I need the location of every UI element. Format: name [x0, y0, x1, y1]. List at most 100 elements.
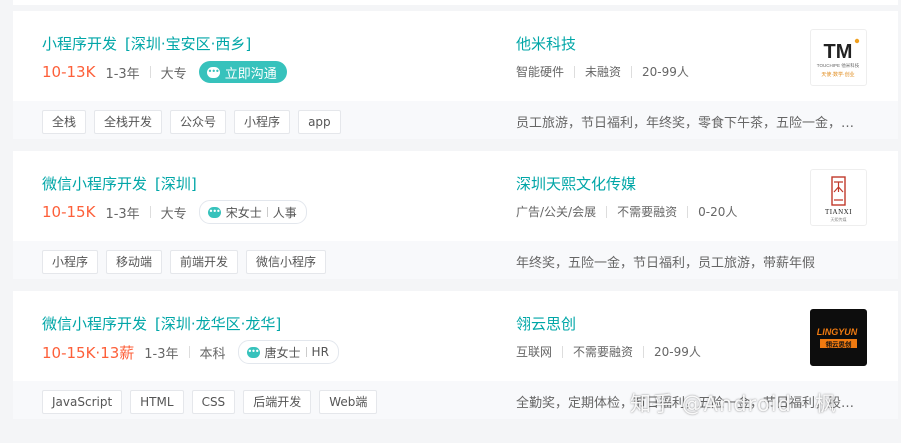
- company-name-link[interactable]: 翎云思创: [516, 313, 576, 334]
- divider: [631, 65, 633, 78]
- skill-tag: 移动端: [106, 250, 163, 274]
- skill-tag: 小程序: [42, 250, 99, 274]
- skill-tag: JavaScript: [42, 390, 123, 414]
- company-logo-image: TIANXI 天熙传媒: [825, 176, 852, 222]
- education: 大专: [160, 66, 187, 82]
- job-location: [深圳]: [155, 175, 197, 193]
- skill-tag: HTML: [130, 390, 184, 414]
- company-name-link[interactable]: 深圳天熙文化传媒: [516, 173, 636, 194]
- recruiter-title: HR: [311, 345, 329, 359]
- company-funding: 不需要融资: [573, 345, 634, 359]
- chat-now-label: 立即沟通: [224, 66, 277, 82]
- experience: 1-3年: [105, 66, 140, 82]
- job-meta: 10-15K 1-3年 大专 ••• 宋女士 人事: [42, 200, 307, 224]
- job-title[interactable]: 小程序开发: [42, 35, 117, 53]
- recruiter-chip[interactable]: ••• 宋女士 人事: [198, 200, 307, 224]
- skill-tag: 后端开发: [243, 390, 312, 414]
- divider: [305, 347, 307, 357]
- logo-slogan-text: 天使·数学·创业: [821, 71, 854, 78]
- skill-tag: 微信小程序: [246, 250, 327, 274]
- logo-sub-text: 天熙传媒: [831, 216, 847, 222]
- job-card[interactable]: 微信小程序开发 [深圳] 10-15K 1-3年 大专 ••• 宋女士 人事 深圳…: [13, 151, 898, 279]
- company-logo[interactable]: LINGYUN 翎云思创: [810, 309, 867, 366]
- divider: [149, 206, 151, 218]
- recruiter-title: 人事: [272, 205, 297, 220]
- skill-tag: 全栈: [42, 110, 87, 134]
- skill-tag: Web端: [319, 390, 378, 414]
- company-industry: 互联网: [516, 345, 553, 359]
- job-location: [深圳·宝安区·西乡]: [125, 35, 252, 53]
- divider: [574, 65, 576, 78]
- experience: 1-3年: [105, 206, 140, 222]
- company-benefits: 员工旅游，节日福利，年终奖，零食下午茶，五险一金，…: [516, 116, 855, 131]
- company-logo-image: LINGYUN 翎云思创: [811, 310, 866, 365]
- company-meta: 互联网 不需要融资 20-99人: [516, 343, 701, 360]
- job-title[interactable]: 微信小程序开发: [42, 175, 147, 193]
- company-logo-image: TM TOUCHIPE 他米科技 天使·数学·创业: [817, 38, 860, 78]
- chat-bubble-icon: •••: [207, 206, 221, 218]
- chat-now-button[interactable]: ••• 立即沟通: [198, 61, 287, 83]
- salary: 10-13K: [42, 63, 96, 81]
- job-meta: 10-15K·13薪 1-3年 本科 ••• 唐女士 HR: [42, 340, 339, 364]
- skill-tag: app: [298, 110, 341, 134]
- logo-background: [811, 310, 866, 365]
- salary: 10-15K·13薪: [42, 343, 135, 362]
- logo-main-text: LINGYUN: [817, 327, 858, 337]
- company-logo[interactable]: TIANXI 天熙传媒: [810, 169, 867, 226]
- previous-card-edge: [13, 0, 898, 5]
- logo-emblem-glyph: [833, 181, 844, 201]
- skill-tag: 前端开发: [170, 250, 239, 274]
- job-title-link[interactable]: 微信小程序开发 [深圳]: [42, 173, 197, 194]
- logo-main-text: TIANXI: [825, 208, 852, 216]
- company-industry: 广告/公关/会展: [516, 205, 597, 219]
- divider: [606, 205, 608, 218]
- skill-tags: 小程序 移动端 前端开发 微信小程序: [42, 250, 334, 274]
- divider: [562, 345, 564, 358]
- company-funding: 未融资: [585, 65, 622, 79]
- divider: [188, 346, 190, 358]
- experience: 1-3年: [144, 346, 179, 362]
- education: 大专: [160, 206, 187, 222]
- logo-sub-text: 翎云思创: [826, 340, 853, 349]
- company-size: 0-20人: [698, 205, 738, 219]
- recruiter-name: 唐女士: [264, 345, 301, 360]
- company-benefits: 年终奖，五险一金，节日福利，员工旅游，带薪年假: [516, 256, 816, 271]
- job-card-header: 微信小程序开发 [深圳·龙华区·龙华] 10-15K·13薪 1-3年 本科 ••…: [13, 291, 898, 381]
- job-title-link[interactable]: 微信小程序开发 [深圳·龙华区·龙华]: [42, 313, 281, 334]
- job-card-header: 小程序开发 [深圳·宝安区·西乡] 10-13K 1-3年 大专 ••• 立即沟通…: [13, 11, 898, 101]
- job-card-header: 微信小程序开发 [深圳] 10-15K 1-3年 大专 ••• 宋女士 人事 深圳…: [13, 151, 898, 241]
- company-logo[interactable]: TM TOUCHIPE 他米科技 天使·数学·创业: [810, 29, 867, 86]
- job-title-link[interactable]: 小程序开发 [深圳·宝安区·西乡]: [42, 33, 251, 54]
- company-meta: 智能硬件 未融资 20-99人: [516, 63, 689, 80]
- company-name-link[interactable]: 他米科技: [516, 33, 576, 54]
- company-size: 20-99人: [642, 65, 689, 79]
- divider: [643, 345, 645, 358]
- salary: 10-15K: [42, 203, 96, 221]
- skill-tag: 小程序: [234, 110, 291, 134]
- company-funding: 不需要融资: [617, 205, 678, 219]
- job-card[interactable]: 小程序开发 [深圳·宝安区·西乡] 10-13K 1-3年 大专 ••• 立即沟通…: [13, 11, 898, 139]
- chat-bubble-icon: •••: [206, 66, 220, 78]
- education: 本科: [199, 346, 226, 362]
- zhihu-watermark: 知乎 @Android · 枫: [630, 392, 837, 416]
- job-title[interactable]: 微信小程序开发: [42, 315, 147, 333]
- company-meta: 广告/公关/会展 不需要融资 0-20人: [516, 203, 737, 220]
- skill-tag: 公众号: [170, 110, 227, 134]
- skill-tags: JavaScript HTML CSS 后端开发 Web端: [42, 390, 385, 414]
- job-card-footer: 小程序 移动端 前端开发 微信小程序 年终奖，五险一金，节日福利，员工旅游，带薪…: [13, 241, 898, 279]
- logo-main-text: TM: [824, 41, 853, 63]
- logo-accent-dot: [854, 38, 860, 44]
- skill-tag: 全栈开发: [94, 110, 163, 134]
- job-location: [深圳·龙华区·龙华]: [155, 315, 282, 333]
- recruiter-chip[interactable]: ••• 唐女士 HR: [237, 340, 339, 364]
- skill-tag: CSS: [191, 390, 236, 414]
- logo-sub-text: TOUCHIPE 他米科技: [817, 62, 860, 69]
- job-meta: 10-13K 1-3年 大专 ••• 立即沟通: [42, 60, 287, 84]
- skill-tags: 全栈 全栈开发 公众号 小程序 app: [42, 110, 349, 134]
- job-card-footer: 全栈 全栈开发 公众号 小程序 app 员工旅游，节日福利，年终奖，零食下午茶，…: [13, 101, 898, 139]
- recruiter-name: 宋女士: [225, 205, 262, 220]
- divider: [266, 207, 268, 217]
- divider: [687, 205, 689, 218]
- divider: [149, 66, 151, 78]
- company-industry: 智能硬件: [516, 65, 565, 79]
